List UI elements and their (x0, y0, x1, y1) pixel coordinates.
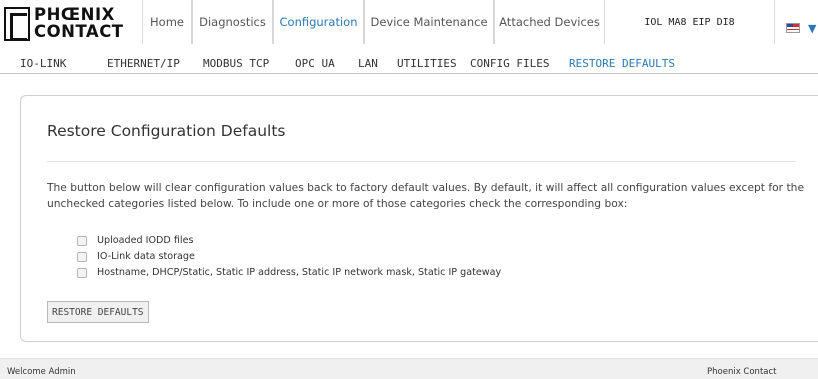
footer-brand-text: Phoenix Contact (707, 367, 777, 377)
checkbox[interactable] (77, 267, 87, 278)
logo-mark-icon (4, 7, 30, 41)
subnav-lan[interactable]: LAN (358, 57, 378, 70)
option-uploaded-iodd-files[interactable]: Uploaded IODD files (77, 234, 193, 247)
tab-diagnostics[interactable]: Diagnostics (192, 0, 273, 44)
description-text: The button below will clear configuratio… (47, 181, 805, 210)
subnav-modbus-tcp[interactable]: MODBUS TCP (203, 57, 269, 70)
divider (47, 161, 796, 162)
option-label: Hostname, DHCP/Static, Static IP address… (97, 267, 502, 278)
tab-device-maintenance[interactable]: Device Maintenance (364, 0, 494, 44)
us-flag-icon[interactable] (786, 23, 800, 33)
restore-defaults-panel: Restore Configuration Defaults The butto… (20, 95, 818, 342)
logo-line-2: CONTACT (34, 22, 124, 41)
top-header: PHŒNIX CONTACT Home Diagnostics Configur… (0, 0, 818, 52)
logo-line-1: PHŒNIX (34, 5, 115, 24)
checkbox[interactable] (77, 235, 87, 246)
subnav-opc-ua[interactable]: OPC UA (295, 57, 335, 70)
tab-configuration[interactable]: Configuration (273, 0, 364, 44)
page-title: Restore Configuration Defaults (47, 122, 286, 140)
logo-text: PHŒNIX CONTACT (34, 6, 124, 40)
checkbox[interactable] (77, 251, 87, 262)
subnav-ethernet-ip[interactable]: ETHERNET/IP (107, 57, 180, 70)
subnav-utilities[interactable]: UTILITIES (397, 57, 457, 70)
option-network-settings[interactable]: Hostname, DHCP/Static, Static IP address… (77, 266, 501, 279)
restore-defaults-button[interactable]: RESTORE DEFAULTS (47, 301, 149, 323)
chevron-down-icon[interactable]: ▼ (808, 22, 816, 35)
subnav-io-link[interactable]: IO-LINK (20, 57, 66, 70)
welcome-text: Welcome Admin (7, 367, 76, 377)
subnav-config-files[interactable]: CONFIG FILES (470, 57, 549, 70)
option-io-link-data-storage[interactable]: IO-Link data storage (77, 250, 195, 263)
tab-home[interactable]: Home (142, 0, 192, 44)
device-name: IOL MA8 EIP DI8 (605, 0, 775, 44)
option-label: Uploaded IODD files (97, 235, 194, 246)
subnav-restore-defaults[interactable]: RESTORE DEFAULTS (569, 57, 675, 70)
sub-nav: IO-LINK ETHERNET/IP MODBUS TCP OPC UA LA… (0, 52, 818, 74)
option-label: IO-Link data storage (97, 251, 195, 262)
tab-attached-devices[interactable]: Attached Devices (494, 0, 605, 44)
footer: Welcome Admin Phoenix Contact (0, 358, 818, 379)
phoenix-contact-logo[interactable]: PHŒNIX CONTACT (4, 6, 136, 41)
